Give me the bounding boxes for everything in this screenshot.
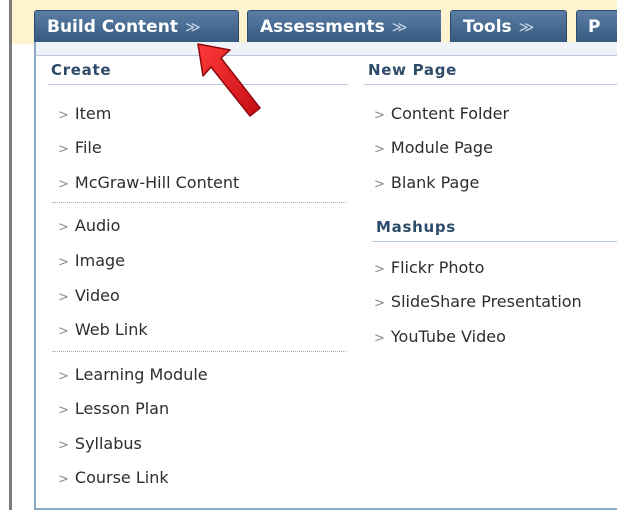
menu-item-label: Lesson Plan [74, 399, 170, 418]
menu-item-module-page[interactable]: > Module Page [374, 137, 493, 159]
menu-item-video[interactable]: > Video [58, 285, 120, 307]
red-arrow-annotation [197, 43, 261, 117]
angle-right-icon: > [58, 220, 69, 235]
new-page-heading-rule [364, 84, 617, 85]
menu-item-label: Module Page [390, 138, 493, 157]
tab-partial[interactable]: P [576, 10, 617, 42]
menu-item-item[interactable]: > Item [58, 103, 111, 125]
angle-right-icon: > [58, 290, 69, 305]
menu-item-label: Video [74, 286, 120, 305]
angle-right-icon: > [58, 324, 69, 339]
menu-item-label: Blank Page [390, 173, 480, 192]
angle-right-icon: > [374, 331, 385, 346]
menu-item-label: Web Link [74, 320, 148, 339]
menu-item-label: McGraw-Hill Content [74, 173, 240, 192]
menu-item-slideshare-presentation[interactable]: > SlideShare Presentation [374, 291, 617, 313]
angle-right-icon: > [374, 177, 385, 192]
angle-right-icon: > [374, 296, 385, 311]
menu-item-flickr-photo[interactable]: > Flickr Photo [374, 257, 484, 279]
menu-item-label: Audio [74, 216, 121, 235]
angle-right-icon: > [58, 142, 69, 157]
tab-assessments[interactable]: Assessments ≫ [247, 10, 441, 42]
group-separator [52, 351, 346, 352]
tab-label: Assessments [260, 17, 385, 37]
menu-item-mcgraw-hill-content[interactable]: > McGraw-Hill Content [58, 172, 239, 194]
menu-item-label: Content Folder [390, 104, 510, 123]
left-border-rule [9, 0, 12, 510]
tab-tools[interactable]: Tools ≫ [450, 10, 567, 42]
angle-right-icon: > [58, 472, 69, 487]
menu-item-label: Syllabus [74, 434, 142, 453]
angle-right-icon: > [374, 262, 385, 277]
menu-item-label: Course Link [74, 468, 169, 487]
angle-right-icon: > [374, 108, 385, 123]
mashups-heading-rule [372, 241, 617, 242]
angle-right-icon: > [58, 403, 69, 418]
tab-label: Tools [463, 17, 512, 37]
menu-item-label: File [74, 138, 102, 157]
tab-label: P [588, 17, 601, 37]
angle-right-icon: > [58, 108, 69, 123]
angle-right-icon: > [58, 255, 69, 270]
menu-item-label: Flickr Photo [390, 258, 485, 277]
group-separator [52, 202, 346, 203]
menu-item-lesson-plan[interactable]: > Lesson Plan [58, 398, 169, 420]
menu-item-label: Learning Module [74, 365, 208, 384]
menu-item-youtube-video[interactable]: > YouTube Video [374, 326, 506, 348]
double-chevron-down-icon: ≫ [184, 18, 201, 36]
menu-item-syllabus[interactable]: > Syllabus [58, 433, 142, 455]
menu-item-file[interactable]: > File [58, 137, 102, 159]
menu-panel-top [34, 42, 617, 56]
new-page-heading: New Page [368, 61, 458, 79]
mashups-heading: Mashups [376, 218, 456, 236]
menu-item-course-link[interactable]: > Course Link [58, 467, 169, 489]
angle-right-icon: > [58, 438, 69, 453]
menu-item-label: Image [74, 251, 126, 270]
menu-item-audio[interactable]: > Audio [58, 215, 120, 237]
double-chevron-down-icon: ≫ [391, 18, 408, 36]
create-heading: Create [51, 61, 112, 79]
menu-item-label: SlideShare Presentation [390, 292, 582, 311]
menu-item-label: Item [74, 104, 112, 123]
menu-item-image[interactable]: > Image [58, 250, 125, 272]
menu-item-learning-module[interactable]: > Learning Module [58, 364, 208, 386]
angle-right-icon: > [58, 177, 69, 192]
double-chevron-down-icon: ≫ [518, 18, 535, 36]
menu-item-blank-page[interactable]: > Blank Page [374, 172, 479, 194]
angle-right-icon: > [58, 369, 69, 384]
angle-right-icon: > [374, 142, 385, 157]
menu-item-web-link[interactable]: > Web Link [58, 319, 148, 341]
menu-item-content-folder[interactable]: > Content Folder [374, 103, 509, 125]
menu-item-label: YouTube Video [390, 327, 506, 346]
tab-label: Build Content [47, 17, 178, 37]
